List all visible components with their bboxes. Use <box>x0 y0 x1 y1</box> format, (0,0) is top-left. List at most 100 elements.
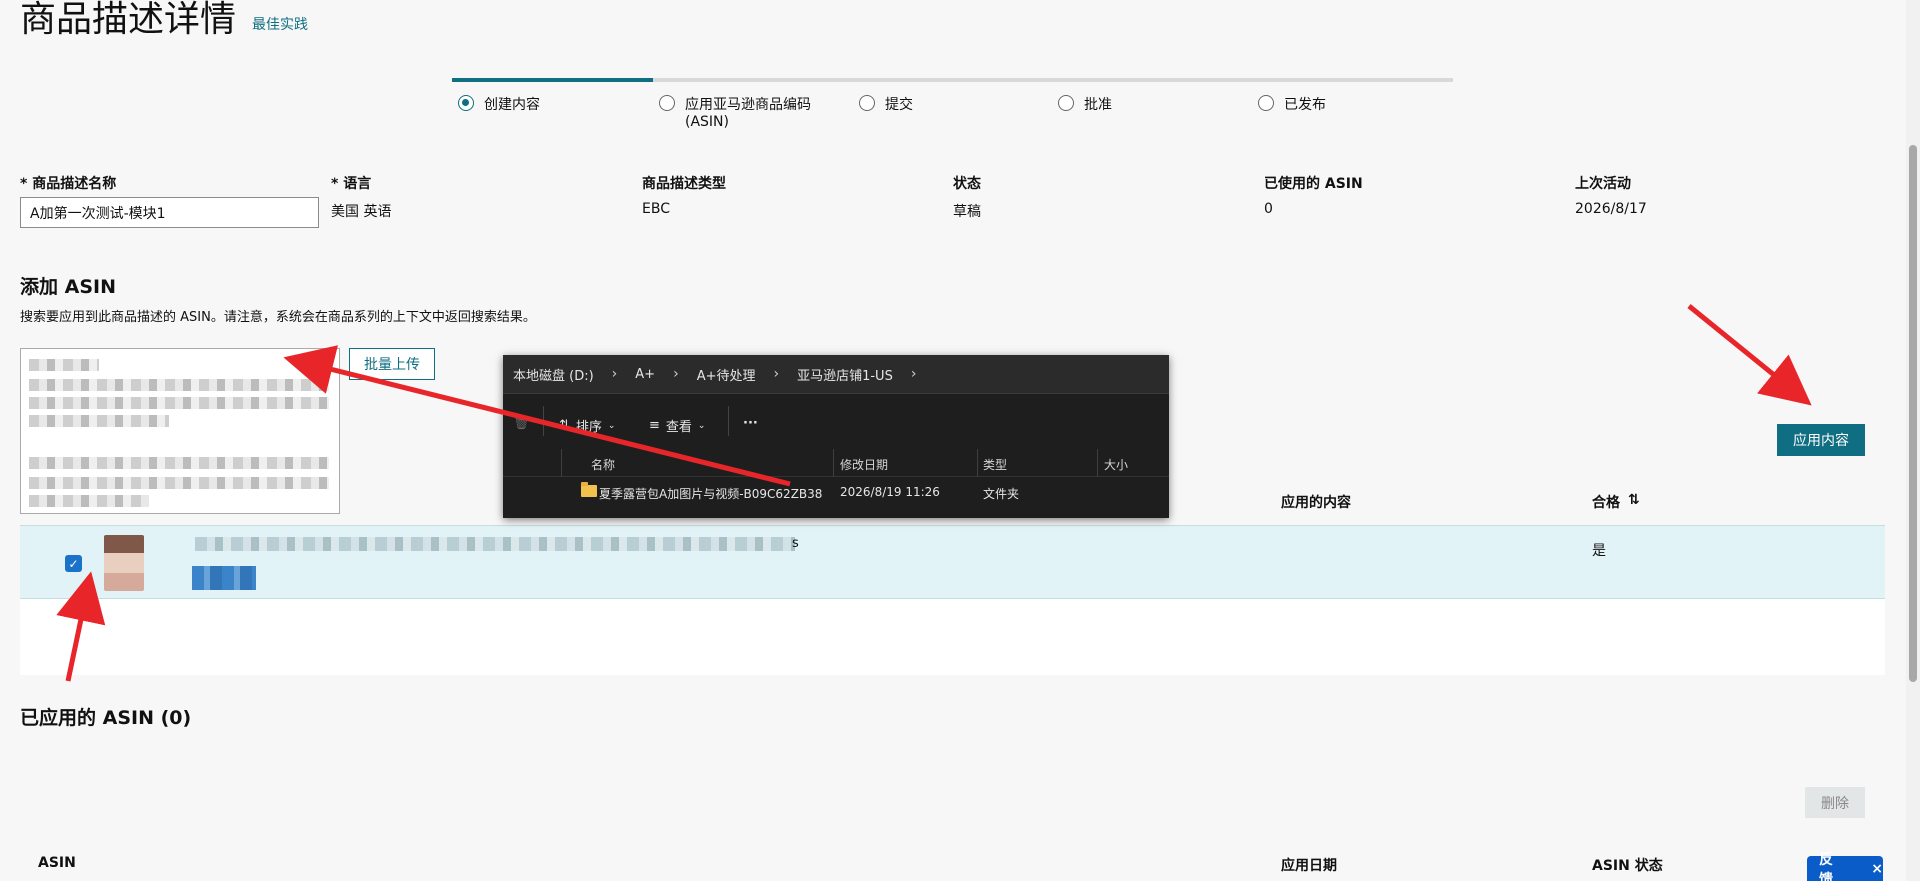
close-icon[interactable]: × <box>1871 861 1883 877</box>
eligible-value: 是 <box>1592 543 1606 559</box>
chevron-right-icon: › <box>611 366 618 382</box>
column-type[interactable]: 类型 <box>983 456 1007 473</box>
toolbar-divider <box>543 406 544 436</box>
radio-icon[interactable] <box>1058 95 1074 111</box>
page-title: 商品描述详情 <box>20 0 237 40</box>
file-modified: 2026/8/19 11:26 <box>840 485 940 499</box>
language-label: * 语言 <box>331 176 372 192</box>
column-apply-date: 应用日期 <box>1281 858 1337 874</box>
scrollbar-thumb[interactable] <box>1909 145 1917 682</box>
header-divider <box>833 449 834 477</box>
used-asin-value: 0 <box>1264 201 1273 217</box>
header-divider <box>977 449 978 477</box>
column-size[interactable]: 大小 <box>1104 456 1128 473</box>
add-asin-description: 搜索要应用到此商品描述的 ASIN。请注意，系统会在商品系列的上下文中返回搜索结… <box>20 310 536 325</box>
radio-icon[interactable] <box>1258 95 1274 111</box>
blurred-text <box>29 495 149 507</box>
last-activity-label: 上次活动 <box>1575 176 1631 192</box>
used-asin-label: 已使用的 ASIN <box>1264 176 1363 192</box>
product-asin-blurred <box>192 566 256 590</box>
asin-search-input[interactable] <box>20 348 340 514</box>
breadcrumb-item[interactable]: 本地磁盘 (D:) <box>513 365 594 384</box>
status-value: 草稿 <box>953 204 981 220</box>
column-modified[interactable]: 修改日期 <box>840 456 888 473</box>
step-label: 已发布 <box>1284 97 1326 113</box>
explorer-breadcrumb: 本地磁盘 (D:) › A+ › A+待处理 › 亚马逊店铺1-US › <box>503 355 1169 393</box>
explorer-toolbar: 🗑 ⇅ 排序 ⌄ ≡ 查看 ⌄ ··· <box>503 393 1169 449</box>
info-name: * 商品描述名称 <box>20 173 116 193</box>
step-apply-asin[interactable]: 应用亚马逊商品编码 (ASIN) <box>659 94 811 130</box>
progress-fill <box>452 78 653 82</box>
apply-content-button[interactable]: 应用内容 <box>1777 424 1865 456</box>
file-name: 夏季露营包A加图片与视频-B09C62ZB38 <box>599 487 823 501</box>
blurred-text <box>29 457 329 469</box>
row-checkbox[interactable]: ✓ <box>65 555 82 572</box>
step-published[interactable]: 已发布 <box>1258 94 1326 114</box>
chevron-right-icon: › <box>773 366 780 382</box>
info-used-asin: 已使用的 ASIN 0 <box>1264 173 1363 217</box>
name-input[interactable] <box>20 197 319 228</box>
add-asin-heading: 添加 ASIN <box>20 276 116 298</box>
delete-button[interactable]: 删除 <box>1805 787 1865 818</box>
header-divider <box>561 449 562 477</box>
breadcrumb-item[interactable]: 亚马逊店铺1-US <box>797 365 893 384</box>
blurred-text <box>29 477 329 489</box>
step-submit[interactable]: 提交 <box>859 94 913 114</box>
page-scrollbar[interactable] <box>1906 0 1920 881</box>
column-asin: ASIN <box>38 855 76 871</box>
explorer-file-row[interactable]: 夏季露营包A加图片与视频-B09C62ZB38 2026/8/19 11:26 … <box>503 477 1169 507</box>
step-create-content[interactable]: 创建内容 <box>458 94 540 114</box>
blurred-text <box>29 359 99 371</box>
last-activity-value: 2026/8/17 <box>1575 201 1647 217</box>
column-name[interactable]: 名称 <box>591 456 615 473</box>
column-eligible[interactable]: 合格 ⇅ <box>1592 492 1640 512</box>
arrow-to-apply-button <box>1687 304 1812 406</box>
toolbar-divider <box>728 406 729 436</box>
name-label: * 商品描述名称 <box>20 176 117 192</box>
view-button[interactable]: ≡ 查看 ⌄ <box>649 416 705 435</box>
column-applied-content: 应用的内容 <box>1281 495 1351 511</box>
type-label: 商品描述类型 <box>642 176 726 192</box>
breadcrumb-item[interactable]: A+ <box>635 367 655 382</box>
product-thumbnail <box>104 535 144 591</box>
folder-icon <box>581 482 597 497</box>
sort-icon[interactable]: ⇅ <box>1628 492 1640 512</box>
product-title-blurred[interactable] <box>195 537 795 551</box>
view-list-icon: ≡ <box>649 418 660 433</box>
info-language: * 语言 美国 英语 <box>331 173 391 221</box>
breadcrumb-item[interactable]: A+待处理 <box>697 365 756 384</box>
blurred-text <box>29 379 329 391</box>
radio-icon[interactable] <box>859 95 875 111</box>
sort-button[interactable]: ⇅ 排序 ⌄ <box>559 416 615 435</box>
radio-checked-icon[interactable] <box>458 95 474 111</box>
progress-track <box>452 78 1453 82</box>
info-type: 商品描述类型 EBC <box>642 173 726 217</box>
step-label: 批准 <box>1084 97 1112 113</box>
explorer-column-header: 名称 修改日期 类型 大小 <box>503 449 1169 477</box>
applied-asin-heading: 已应用的 ASIN (0) <box>20 707 192 729</box>
sort-icon: ⇅ <box>559 418 570 433</box>
step-approve[interactable]: 批准 <box>1058 94 1112 114</box>
chevron-right-icon: › <box>910 366 917 382</box>
blurred-text <box>29 415 169 427</box>
table-empty-area <box>20 599 1885 675</box>
file-type: 文件夹 <box>983 487 1020 501</box>
column-asin-status: ASIN 状态 <box>1592 858 1663 874</box>
blurred-text <box>29 397 329 409</box>
chevron-down-icon: ⌄ <box>697 420 706 431</box>
best-practice-link[interactable]: 最佳实践 <box>252 14 308 34</box>
feedback-button[interactable]: 反馈 × <box>1807 852 1883 881</box>
more-options-button[interactable]: ··· <box>743 416 758 431</box>
header-divider <box>1097 449 1098 477</box>
product-title-suffix: s <box>792 536 799 551</box>
step-label: 提交 <box>885 97 913 113</box>
status-label: 状态 <box>953 176 981 192</box>
file-explorer-window: 本地磁盘 (D:) › A+ › A+待处理 › 亚马逊店铺1-US › 🗑 ⇅… <box>503 355 1169 518</box>
feedback-label: 反馈 <box>1819 851 1833 881</box>
bulk-upload-button[interactable]: 批量上传 <box>349 348 435 380</box>
info-status: 状态 草稿 <box>953 173 981 221</box>
language-value: 美国 英语 <box>331 204 392 220</box>
trash-icon[interactable]: 🗑 <box>513 416 530 431</box>
step-label: 创建内容 <box>484 97 540 113</box>
radio-icon[interactable] <box>659 95 675 111</box>
